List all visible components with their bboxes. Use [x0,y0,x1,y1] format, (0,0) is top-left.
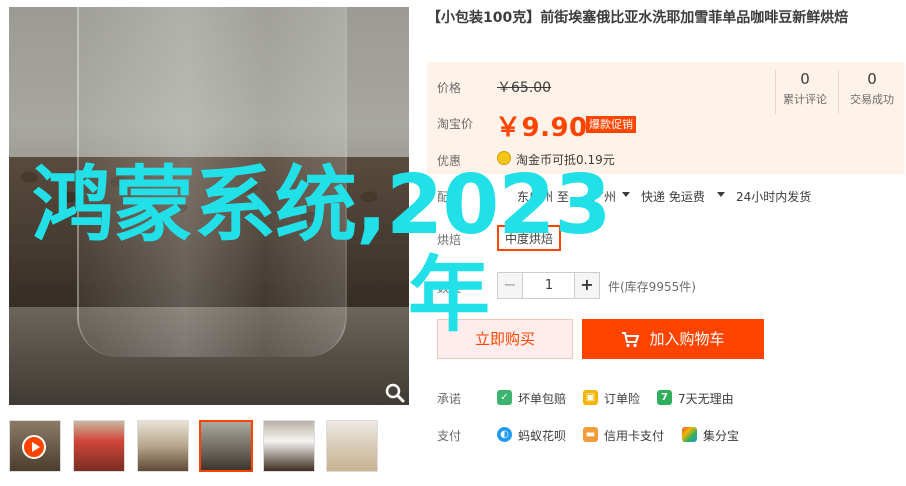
quantity-input[interactable]: 1 [524,273,574,298]
thumbnail-video[interactable] [9,420,61,472]
thumbnail-6[interactable] [326,420,378,472]
sales-count: 0 [867,70,877,88]
product-title: 【小包装100克】前街埃塞俄比亚水洗耶加雪菲单品咖啡豆新鲜烘焙 [427,10,849,26]
payment-item[interactable]: 集分宝 [703,427,739,444]
delivery-fee: 快递 免运费 [641,190,705,204]
add-to-cart-label: 加入购物车 [649,330,725,348]
thumbnail-5[interactable] [263,420,315,472]
promo-tag: 爆款促销 [586,116,636,133]
price-label: 价格 [437,81,462,95]
quantity-stepper: − 1 + [497,272,600,299]
promise-item[interactable]: 坏单包赔 [518,390,566,407]
increase-button[interactable]: + [574,273,599,298]
original-price: ￥65.00 [497,80,552,96]
cart-icon [622,331,640,347]
payment-item[interactable]: 信用卡支付 [604,427,664,444]
sales-stat[interactable]: 0 交易成功 [842,70,902,107]
reviews-label: 累计评论 [783,93,827,106]
promo-price: ￥9.90 [495,113,588,143]
thumbnail-4-selected[interactable] [199,420,253,472]
sales-label: 交易成功 [850,93,894,106]
play-icon[interactable] [22,435,46,459]
reviews-count: 0 [800,70,810,88]
stock-text: 件(库存9955件) [608,280,696,294]
payment-label: 支付 [437,429,462,443]
promise-item[interactable]: 7天无理由 [678,390,734,407]
thumbnail-3[interactable] [137,420,189,472]
zoom-icon[interactable] [383,381,407,405]
payment-item[interactable]: 蚂蚁花呗 [518,427,566,444]
overlay-watermark-line2: 年 [408,248,491,343]
credit-card-icon: ▬ [583,427,598,442]
chevron-down-icon[interactable] [622,192,630,197]
reviews-stat[interactable]: 0 累计评论 [775,70,835,107]
huabei-icon: ◐ [497,427,512,442]
jifenbao-icon [682,427,697,442]
divider [838,70,839,114]
overlay-watermark-line1: 鸿蒙系统,2023 [32,158,611,253]
promises-label: 承诺 [437,392,462,406]
insurance-icon: ▣ [583,390,598,405]
seven-day-icon: 7 [657,390,672,405]
guarantee-icon: ✓ [497,390,512,405]
delivery-time: 24小时内发货 [736,190,812,204]
promise-item[interactable]: 订单险 [604,390,640,407]
thumbnail-2[interactable] [73,420,125,472]
add-to-cart-button[interactable]: 加入购物车 [582,319,764,359]
promo-price-label: 淘宝价 [437,117,474,131]
chevron-down-icon[interactable] [717,192,725,197]
decrease-button[interactable]: − [498,273,523,298]
